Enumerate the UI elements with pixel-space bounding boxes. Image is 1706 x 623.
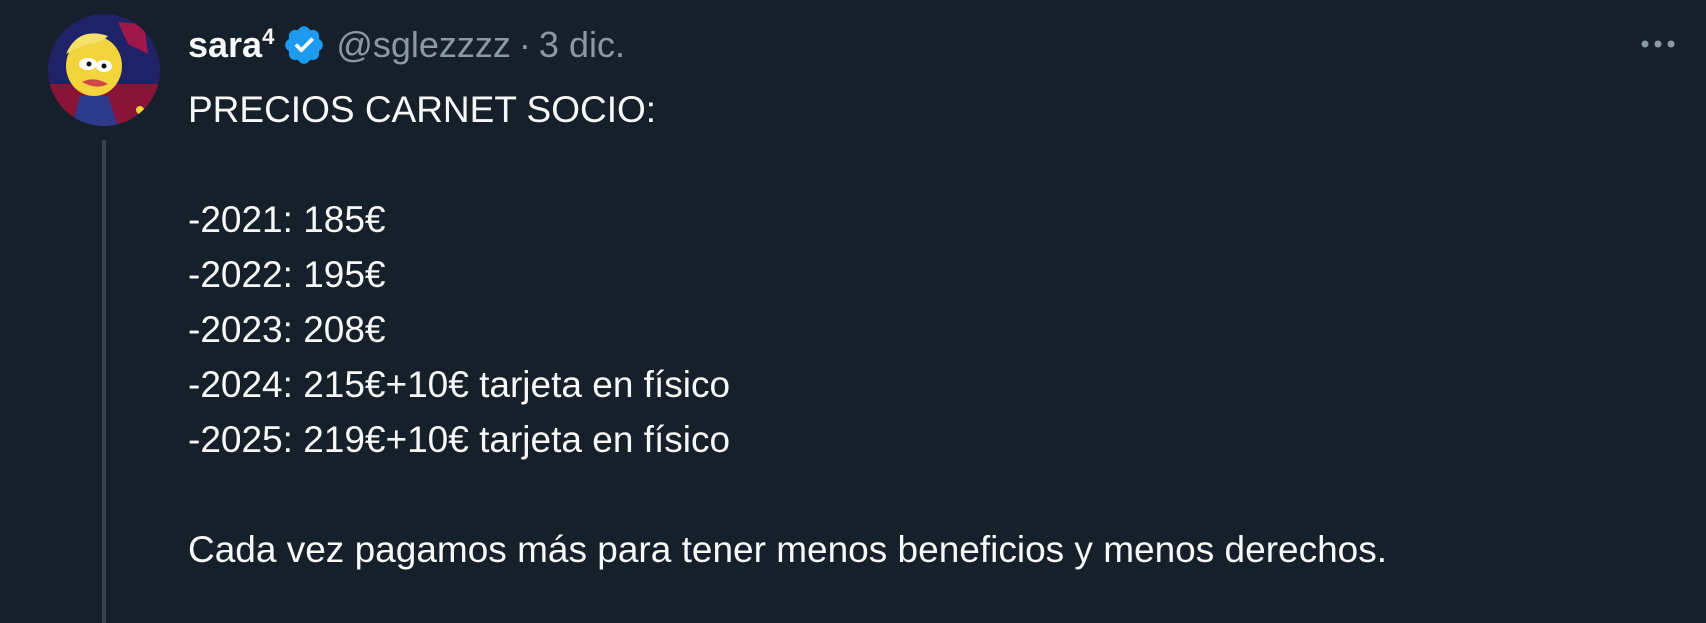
tweet-text: PRECIOS CARNET SOCIO: -2021: 185€ -2022:… xyxy=(188,82,1668,577)
verified-badge-icon xyxy=(282,23,326,67)
author-name[interactable]: sara4 xyxy=(188,24,274,66)
author-handle[interactable]: @sglezzzz xyxy=(336,24,511,66)
tweet: sara4 @sglezzzz · 3 dic. PRECIOS CARNET … xyxy=(0,0,1706,623)
avatar[interactable] xyxy=(48,14,160,126)
tweet-date[interactable]: 3 dic. xyxy=(539,24,625,66)
thread-line xyxy=(102,140,106,623)
tweet-header: sara4 @sglezzzz · 3 dic. xyxy=(188,20,625,70)
more-horizontal-icon xyxy=(1641,40,1675,48)
more-options-button[interactable] xyxy=(1630,22,1686,66)
separator-dot: · xyxy=(518,24,531,65)
price-line: -2025: 219€+10€ tarjeta en físico xyxy=(188,419,731,460)
price-line: -2022: 195€ xyxy=(188,254,386,295)
price-line: -2024: 215€+10€ tarjeta en físico xyxy=(188,364,731,405)
price-line: -2021: 185€ xyxy=(188,199,386,240)
avatar-image xyxy=(48,14,160,126)
tweet-text-title: PRECIOS CARNET SOCIO: xyxy=(188,89,657,130)
price-line: -2023: 208€ xyxy=(188,309,386,350)
tweet-text-closing: Cada vez pagamos más para tener menos be… xyxy=(188,529,1388,570)
author-name-superscript: 4 xyxy=(262,24,275,49)
